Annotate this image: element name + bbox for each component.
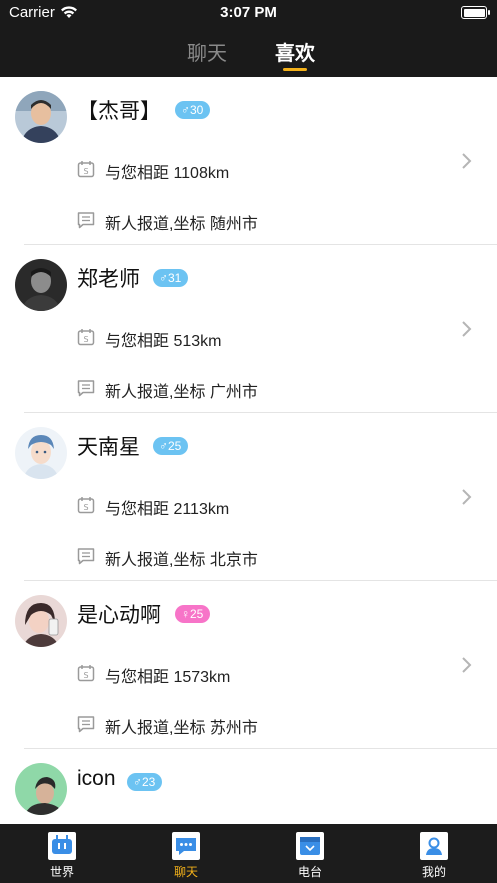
gender-age-badge: ♀25 bbox=[175, 605, 211, 623]
svg-text:S: S bbox=[83, 167, 88, 176]
age-value: 31 bbox=[168, 271, 182, 285]
user-name: 是心动啊 bbox=[77, 604, 161, 627]
chevron-right-icon[interactable] bbox=[461, 151, 473, 171]
user-name: 天南星 bbox=[77, 436, 140, 459]
chat-icon bbox=[172, 832, 200, 860]
message-icon bbox=[77, 380, 95, 397]
radio-icon bbox=[296, 832, 324, 860]
age-value: 23 bbox=[142, 775, 156, 789]
tabbar-item-profile[interactable]: 我的 bbox=[372, 824, 496, 883]
distance-text: 与您相距 2113km bbox=[105, 501, 230, 518]
calendar-icon: S bbox=[77, 329, 95, 346]
intro-text: 新人报道,坐标 北京市 bbox=[105, 552, 258, 569]
gender-age-badge: ♂31 bbox=[153, 269, 189, 287]
male-icon: ♂ bbox=[181, 103, 190, 117]
svg-text:S: S bbox=[83, 335, 88, 344]
tabbar-label: 我的 bbox=[421, 865, 446, 879]
user-list-item[interactable]: 是心动啊 ♀25 S 与您相距 1573km 新人报道,坐标 苏州市 bbox=[0, 581, 497, 749]
age-value: 30 bbox=[190, 103, 204, 117]
user-avatar[interactable] bbox=[15, 259, 67, 311]
gender-age-badge: ♂30 bbox=[175, 101, 211, 119]
user-avatar[interactable] bbox=[15, 427, 67, 479]
female-icon: ♀ bbox=[181, 607, 190, 621]
user-avatar[interactable] bbox=[15, 91, 67, 143]
message-icon bbox=[77, 212, 95, 229]
intro-text: 新人报道,坐标 随州市 bbox=[105, 216, 258, 233]
distance-text: 与您相距 1108km bbox=[105, 165, 230, 182]
tabbar-item-world[interactable]: 世界 bbox=[0, 824, 124, 883]
chevron-right-icon[interactable] bbox=[461, 319, 473, 339]
status-bar: Carrier 3:07 PM bbox=[0, 0, 497, 26]
gender-age-badge: ♂25 bbox=[153, 437, 189, 455]
profile-icon bbox=[420, 832, 448, 860]
user-list-item[interactable]: icon ♂23 bbox=[0, 749, 497, 824]
svg-text:S: S bbox=[83, 503, 88, 512]
tabbar-label: 聊天 bbox=[173, 865, 198, 879]
clock-time: 3:07 PM bbox=[220, 4, 277, 21]
user-list-item[interactable]: 郑老师 ♂31 S 与您相距 513km 新人报道,坐标 广州市 bbox=[0, 245, 497, 413]
user-list-item[interactable]: 【杰哥】 ♂30 S 与您相距 1108km 新人报道,坐标 随州市 bbox=[0, 77, 497, 245]
tabbar-label: 电台 bbox=[297, 865, 322, 879]
message-icon bbox=[77, 548, 95, 565]
age-value: 25 bbox=[168, 439, 182, 453]
user-avatar[interactable] bbox=[15, 595, 67, 647]
distance-text: 与您相距 513km bbox=[105, 333, 222, 350]
age-value: 25 bbox=[190, 607, 204, 621]
liked-users-list[interactable]: 【杰哥】 ♂30 S 与您相距 1108km 新人报道,坐标 随州市 郑老师 ♂… bbox=[0, 77, 497, 824]
calendar-icon: S bbox=[77, 161, 95, 178]
tabbar-item-chat[interactable]: 聊天 bbox=[124, 824, 248, 883]
male-icon: ♂ bbox=[133, 775, 142, 789]
message-icon bbox=[77, 716, 95, 733]
user-name: 郑老师 bbox=[77, 268, 140, 291]
intro-text: 新人报道,坐标 苏州市 bbox=[105, 720, 258, 737]
calendar-icon: S bbox=[77, 497, 95, 514]
chevron-right-icon[interactable] bbox=[461, 655, 473, 675]
user-name: icon bbox=[77, 767, 116, 790]
battery-icon bbox=[461, 6, 490, 19]
active-tab-indicator bbox=[283, 68, 307, 71]
tabbar-item-radio[interactable]: 电台 bbox=[248, 824, 372, 883]
tab-like[interactable]: 喜欢 bbox=[275, 37, 315, 66]
user-avatar[interactable] bbox=[15, 763, 67, 815]
bottom-tab-bar: 世界 聊天 电台 我的 bbox=[0, 824, 497, 883]
user-name: 【杰哥】 bbox=[77, 100, 161, 123]
male-icon: ♂ bbox=[159, 271, 168, 285]
tab-chat[interactable]: 聊天 bbox=[187, 37, 227, 66]
top-tab-bar: 聊天 喜欢 bbox=[0, 26, 497, 77]
chevron-right-icon[interactable] bbox=[461, 487, 473, 507]
svg-text:S: S bbox=[83, 671, 88, 680]
male-icon: ♂ bbox=[159, 439, 168, 453]
gender-age-badge: ♂23 bbox=[127, 773, 163, 791]
distance-text: 与您相距 1573km bbox=[105, 669, 231, 686]
world-icon bbox=[48, 832, 76, 860]
intro-text: 新人报道,坐标 广州市 bbox=[105, 384, 258, 401]
calendar-icon: S bbox=[77, 665, 95, 682]
tabbar-label: 世界 bbox=[49, 865, 74, 879]
user-list-item[interactable]: 天南星 ♂25 S 与您相距 2113km 新人报道,坐标 北京市 bbox=[0, 413, 497, 581]
